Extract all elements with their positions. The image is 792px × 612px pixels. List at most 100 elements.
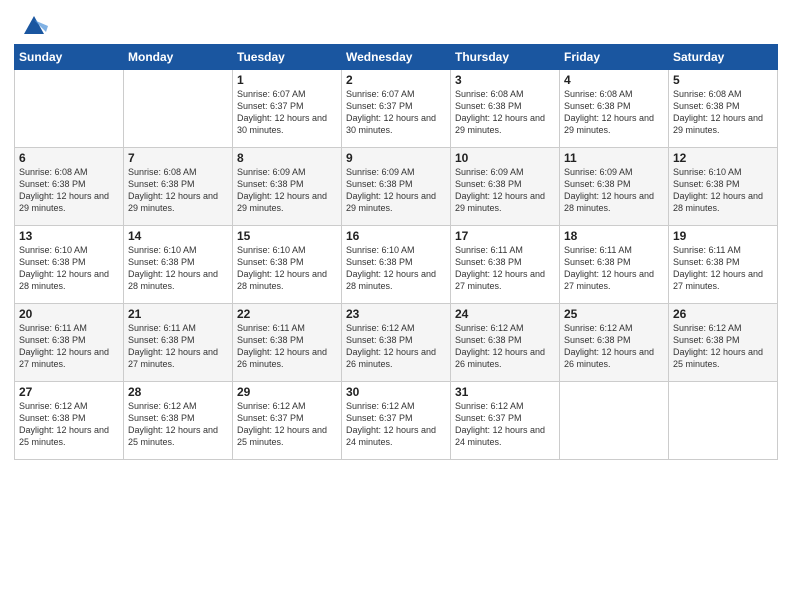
day-info: Sunrise: 6:11 AMSunset: 6:38 PMDaylight:… xyxy=(237,323,327,369)
calendar-cell: 28 Sunrise: 6:12 AMSunset: 6:38 PMDayligh… xyxy=(124,382,233,460)
calendar-cell: 18 Sunrise: 6:11 AMSunset: 6:38 PMDayligh… xyxy=(560,226,669,304)
day-info: Sunrise: 6:12 AMSunset: 6:38 PMDaylight:… xyxy=(128,401,218,447)
day-info: Sunrise: 6:08 AMSunset: 6:38 PMDaylight:… xyxy=(19,167,109,213)
day-number: 14 xyxy=(128,229,228,243)
day-number: 1 xyxy=(237,73,337,87)
day-number: 15 xyxy=(237,229,337,243)
calendar-cell xyxy=(15,70,124,148)
day-info: Sunrise: 6:07 AMSunset: 6:37 PMDaylight:… xyxy=(346,89,436,135)
day-number: 18 xyxy=(564,229,664,243)
calendar-cell: 24 Sunrise: 6:12 AMSunset: 6:38 PMDayligh… xyxy=(451,304,560,382)
day-info: Sunrise: 6:09 AMSunset: 6:38 PMDaylight:… xyxy=(346,167,436,213)
calendar-cell: 21 Sunrise: 6:11 AMSunset: 6:38 PMDayligh… xyxy=(124,304,233,382)
day-number: 11 xyxy=(564,151,664,165)
day-info: Sunrise: 6:11 AMSunset: 6:38 PMDaylight:… xyxy=(19,323,109,369)
weekday-header-friday: Friday xyxy=(560,45,669,70)
weekday-header-monday: Monday xyxy=(124,45,233,70)
day-info: Sunrise: 6:11 AMSunset: 6:38 PMDaylight:… xyxy=(128,323,218,369)
day-number: 12 xyxy=(673,151,773,165)
day-info: Sunrise: 6:12 AMSunset: 6:37 PMDaylight:… xyxy=(455,401,545,447)
day-info: Sunrise: 6:12 AMSunset: 6:38 PMDaylight:… xyxy=(673,323,763,369)
calendar-cell: 10 Sunrise: 6:09 AMSunset: 6:38 PMDayligh… xyxy=(451,148,560,226)
day-number: 21 xyxy=(128,307,228,321)
calendar-cell: 16Sunrise: 6:10 AMSunset: 6:38 PMDayligh… xyxy=(342,226,451,304)
logo xyxy=(14,10,48,38)
day-info: Sunrise: 6:12 AMSunset: 6:37 PMDaylight:… xyxy=(346,401,436,447)
calendar-cell: 25 Sunrise: 6:12 AMSunset: 6:38 PMDayligh… xyxy=(560,304,669,382)
day-info: Sunrise: 6:12 AMSunset: 6:38 PMDaylight:… xyxy=(19,401,109,447)
day-info: Sunrise: 6:10 AMSunset: 6:38 PMDaylight:… xyxy=(128,245,218,291)
calendar-cell: 13 Sunrise: 6:10 AMSunset: 6:38 PMDayligh… xyxy=(15,226,124,304)
day-info: Sunrise: 6:08 AMSunset: 6:38 PMDaylight:… xyxy=(564,89,654,135)
calendar-cell: 4Sunrise: 6:08 AMSunset: 6:38 PMDaylight… xyxy=(560,70,669,148)
calendar-cell: 27 Sunrise: 6:12 AMSunset: 6:38 PMDayligh… xyxy=(15,382,124,460)
weekday-header-tuesday: Tuesday xyxy=(233,45,342,70)
calendar-cell: 29 Sunrise: 6:12 AMSunset: 6:37 PMDayligh… xyxy=(233,382,342,460)
day-info: Sunrise: 6:07 AMSunset: 6:37 PMDaylight:… xyxy=(237,89,327,135)
calendar-cell: 12 Sunrise: 6:10 AMSunset: 6:38 PMDayligh… xyxy=(669,148,778,226)
day-number: 2 xyxy=(346,73,446,87)
calendar-cell xyxy=(124,70,233,148)
day-number: 22 xyxy=(237,307,337,321)
day-number: 17 xyxy=(455,229,555,243)
day-info: Sunrise: 6:10 AMSunset: 6:38 PMDaylight:… xyxy=(673,167,763,213)
calendar-cell: 8Sunrise: 6:09 AMSunset: 6:38 PMDaylight… xyxy=(233,148,342,226)
calendar-cell: 2 Sunrise: 6:07 AMSunset: 6:37 PMDaylight… xyxy=(342,70,451,148)
calendar-cell xyxy=(669,382,778,460)
calendar-cell: 14 Sunrise: 6:10 AMSunset: 6:38 PMDayligh… xyxy=(124,226,233,304)
day-info: Sunrise: 6:10 AMSunset: 6:38 PMDaylight:… xyxy=(19,245,109,291)
day-number: 26 xyxy=(673,307,773,321)
logo-icon xyxy=(20,10,48,38)
weekday-header-saturday: Saturday xyxy=(669,45,778,70)
day-info: Sunrise: 6:12 AMSunset: 6:38 PMDaylight:… xyxy=(564,323,654,369)
day-info: Sunrise: 6:11 AMSunset: 6:38 PMDaylight:… xyxy=(455,245,545,291)
day-info: Sunrise: 6:10 AMSunset: 6:38 PMDaylight:… xyxy=(237,245,327,291)
day-number: 20 xyxy=(19,307,119,321)
day-number: 10 xyxy=(455,151,555,165)
day-info: Sunrise: 6:09 AMSunset: 6:38 PMDaylight:… xyxy=(237,167,327,213)
day-number: 19 xyxy=(673,229,773,243)
calendar-cell: 31 Sunrise: 6:12 AMSunset: 6:37 PMDayligh… xyxy=(451,382,560,460)
day-info: Sunrise: 6:08 AMSunset: 6:38 PMDaylight:… xyxy=(455,89,545,135)
calendar-table: SundayMondayTuesdayWednesdayThursdayFrid… xyxy=(14,44,778,460)
day-number: 13 xyxy=(19,229,119,243)
day-number: 31 xyxy=(455,385,555,399)
weekday-header-thursday: Thursday xyxy=(451,45,560,70)
calendar-cell: 9 Sunrise: 6:09 AMSunset: 6:38 PMDaylight… xyxy=(342,148,451,226)
day-info: Sunrise: 6:12 AMSunset: 6:37 PMDaylight:… xyxy=(237,401,327,447)
calendar-cell: 5Sunrise: 6:08 AMSunset: 6:38 PMDaylight… xyxy=(669,70,778,148)
day-info: Sunrise: 6:09 AMSunset: 6:38 PMDaylight:… xyxy=(564,167,654,213)
weekday-header-sunday: Sunday xyxy=(15,45,124,70)
calendar-cell: 17 Sunrise: 6:11 AMSunset: 6:38 PMDayligh… xyxy=(451,226,560,304)
day-number: 16 xyxy=(346,229,446,243)
calendar-cell: 23 Sunrise: 6:12 AMSunset: 6:38 PMDayligh… xyxy=(342,304,451,382)
day-number: 5 xyxy=(673,73,773,87)
day-number: 23 xyxy=(346,307,446,321)
day-info: Sunrise: 6:11 AMSunset: 6:38 PMDaylight:… xyxy=(673,245,763,291)
day-number: 25 xyxy=(564,307,664,321)
day-info: Sunrise: 6:12 AMSunset: 6:38 PMDaylight:… xyxy=(346,323,436,369)
day-number: 9 xyxy=(346,151,446,165)
calendar-cell: 30Sunrise: 6:12 AMSunset: 6:37 PMDayligh… xyxy=(342,382,451,460)
calendar-cell: 15 Sunrise: 6:10 AMSunset: 6:38 PMDayligh… xyxy=(233,226,342,304)
day-number: 7 xyxy=(128,151,228,165)
day-number: 27 xyxy=(19,385,119,399)
day-number: 24 xyxy=(455,307,555,321)
calendar-cell: 20 Sunrise: 6:11 AMSunset: 6:38 PMDayligh… xyxy=(15,304,124,382)
day-number: 29 xyxy=(237,385,337,399)
day-number: 6 xyxy=(19,151,119,165)
day-info: Sunrise: 6:11 AMSunset: 6:38 PMDaylight:… xyxy=(564,245,654,291)
calendar-cell: 3 Sunrise: 6:08 AMSunset: 6:38 PMDaylight… xyxy=(451,70,560,148)
day-number: 28 xyxy=(128,385,228,399)
calendar-cell: 22 Sunrise: 6:11 AMSunset: 6:38 PMDayligh… xyxy=(233,304,342,382)
calendar-cell: 19 Sunrise: 6:11 AMSunset: 6:38 PMDayligh… xyxy=(669,226,778,304)
calendar-cell: 11 Sunrise: 6:09 AMSunset: 6:38 PMDayligh… xyxy=(560,148,669,226)
day-info: Sunrise: 6:08 AMSunset: 6:38 PMDaylight:… xyxy=(128,167,218,213)
calendar-cell: 1 Sunrise: 6:07 AMSunset: 6:37 PMDaylight… xyxy=(233,70,342,148)
day-number: 3 xyxy=(455,73,555,87)
calendar-cell: 26 Sunrise: 6:12 AMSunset: 6:38 PMDayligh… xyxy=(669,304,778,382)
page: SundayMondayTuesdayWednesdayThursdayFrid… xyxy=(0,0,792,612)
header xyxy=(14,10,778,38)
day-info: Sunrise: 6:09 AMSunset: 6:38 PMDaylight:… xyxy=(455,167,545,213)
day-info: Sunrise: 6:12 AMSunset: 6:38 PMDaylight:… xyxy=(455,323,545,369)
